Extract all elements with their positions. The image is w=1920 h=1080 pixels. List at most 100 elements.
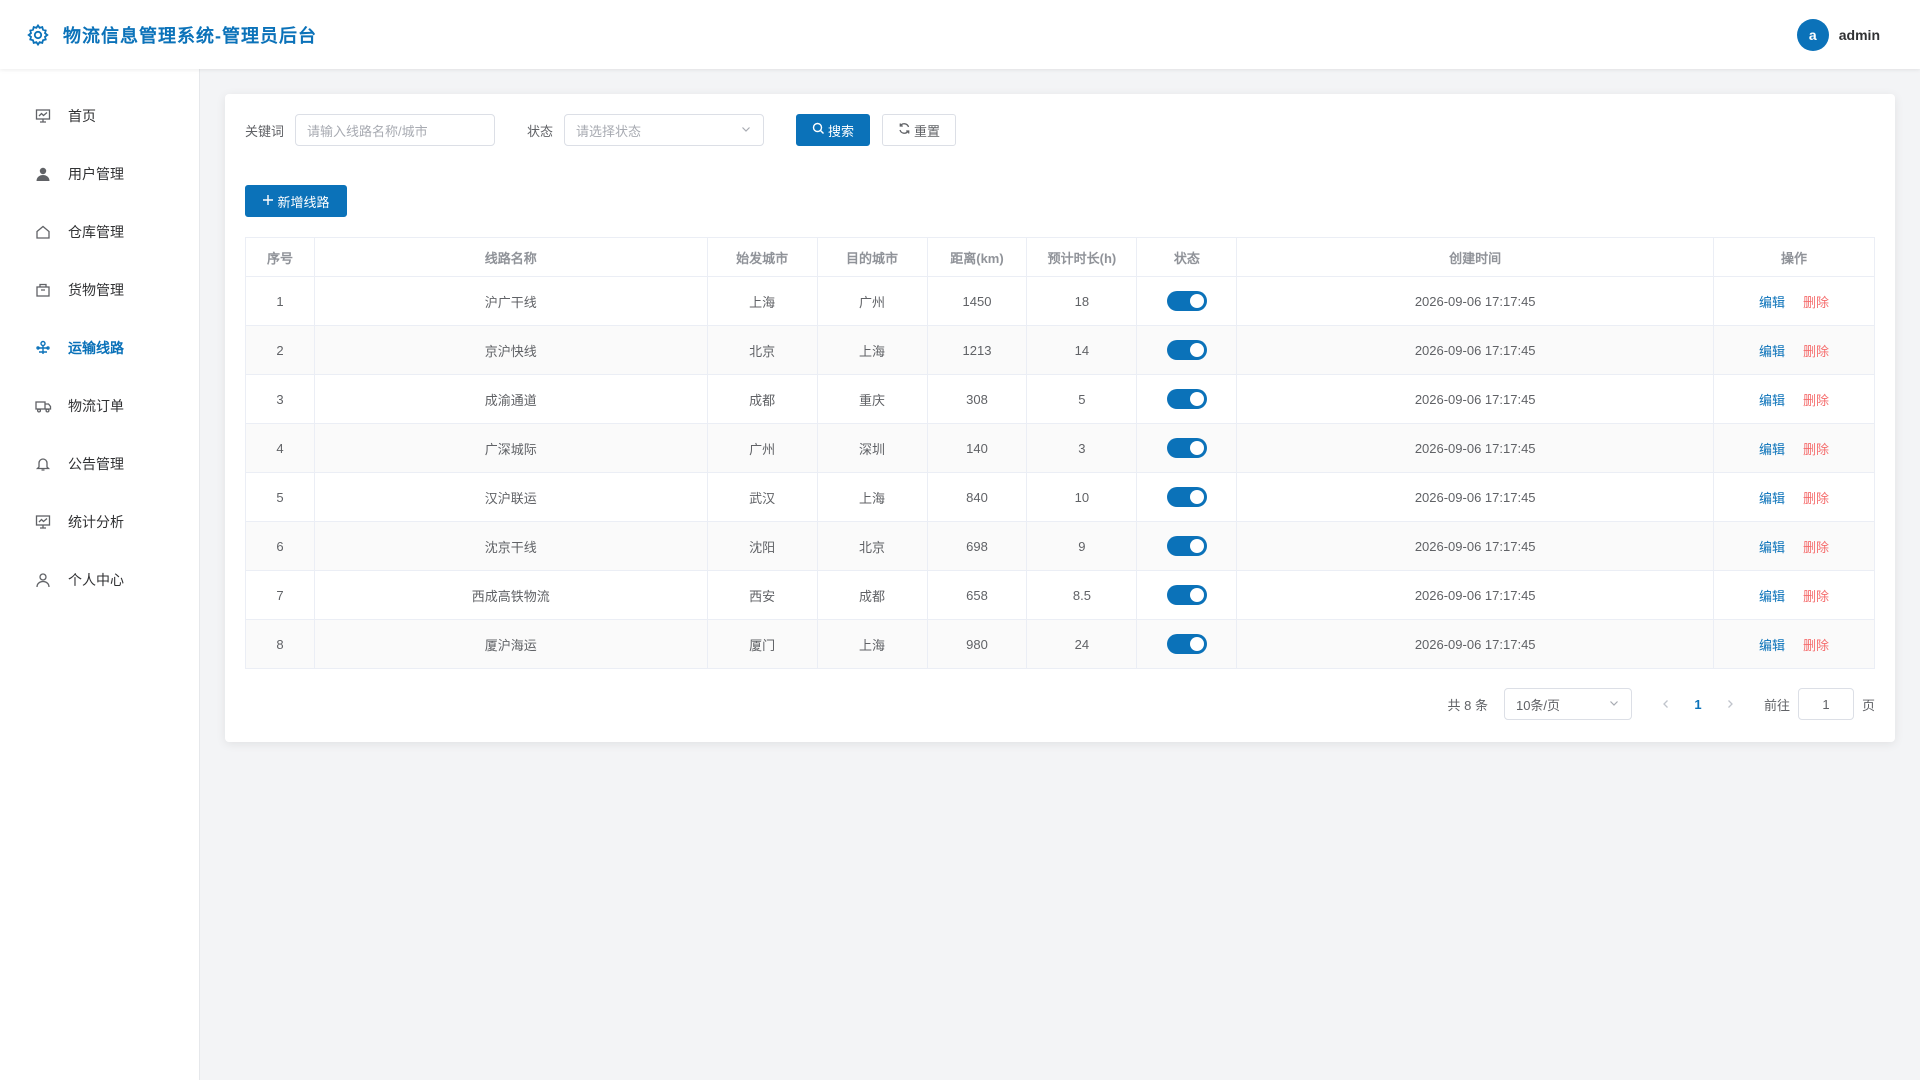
cell-to: 成都: [816, 570, 928, 620]
profile-icon: [34, 571, 52, 589]
cell-hours: 18: [1026, 276, 1138, 326]
edit-button[interactable]: 编辑: [1759, 295, 1785, 310]
table-row: 3 成渝通道 成都 重庆 308 5 2026-09-06 17:17:45 编…: [245, 374, 1875, 424]
delete-button[interactable]: 删除: [1803, 393, 1829, 408]
search-button[interactable]: 搜索: [796, 114, 871, 146]
brand: 物流信息管理系统-管理员后台: [25, 22, 317, 48]
cell-hours: 9: [1026, 521, 1138, 571]
edit-button[interactable]: 编辑: [1759, 344, 1785, 359]
delete-button[interactable]: 删除: [1803, 442, 1829, 457]
delete-button[interactable]: 删除: [1803, 638, 1829, 653]
next-page-button[interactable]: [1714, 688, 1746, 720]
sidebar-item-users[interactable]: 用户管理: [0, 145, 199, 203]
table-header-row: 序号 线路名称 始发城市 目的城市 距离(km) 预计时长(h) 状态 创建时间…: [245, 237, 1875, 277]
sidebar-item-label: 统计分析: [68, 514, 124, 530]
cell-created: 2026-09-06 17:17:45: [1236, 619, 1715, 669]
cell-created: 2026-09-06 17:17:45: [1236, 423, 1715, 473]
delete-button[interactable]: 删除: [1803, 491, 1829, 506]
status-select[interactable]: 请选择状态: [564, 114, 765, 146]
cell-actions: 编辑 删除: [1713, 619, 1875, 669]
edit-button[interactable]: 编辑: [1759, 491, 1785, 506]
cell-name: 广深城际: [313, 423, 708, 473]
delete-button[interactable]: 删除: [1803, 295, 1829, 310]
cell-to: 上海: [816, 619, 928, 669]
reset-button[interactable]: 重置: [882, 114, 957, 146]
sidebar-item-notices[interactable]: 公告管理: [0, 435, 199, 493]
edit-button[interactable]: 编辑: [1759, 442, 1785, 457]
cell-name: 成渝通道: [313, 374, 708, 424]
cell-hours: 3: [1026, 423, 1138, 473]
cell-status: [1136, 619, 1238, 669]
sidebar-item-goods[interactable]: 货物管理: [0, 261, 199, 319]
status-toggle[interactable]: [1166, 438, 1207, 458]
sidebar-item-warehouse[interactable]: 仓库管理: [0, 203, 199, 261]
box-icon: [34, 281, 52, 299]
status-label: 状态: [527, 123, 554, 139]
cell-status: [1136, 570, 1238, 620]
pagination: 共 8 条 10条/页 1 前往 页: [1448, 688, 1875, 720]
column-header[interactable]: 距离(km): [926, 237, 1028, 277]
status-toggle[interactable]: [1166, 634, 1207, 654]
cell-status: [1136, 374, 1238, 424]
status-toggle[interactable]: [1166, 291, 1207, 311]
cell-from: 上海: [706, 276, 818, 326]
status-toggle[interactable]: [1166, 389, 1207, 409]
keyword-input[interactable]: 请输入线路名称/城市: [295, 114, 496, 146]
reset-button-label: 重置: [914, 123, 941, 139]
goto-label: 前往: [1763, 697, 1790, 713]
user-menu[interactable]: a admin: [1796, 18, 1880, 51]
username[interactable]: admin: [1839, 27, 1880, 43]
refresh-icon: [898, 122, 911, 138]
page-size-value: 10条/页: [1515, 697, 1561, 713]
cell-actions: 编辑 删除: [1713, 423, 1875, 473]
cell-hours: 10: [1026, 472, 1138, 522]
cell-created: 2026-09-06 17:17:45: [1236, 325, 1715, 375]
sidebar-item-routes[interactable]: 运输线路: [0, 319, 199, 377]
column-header[interactable]: 线路名称: [313, 237, 708, 277]
cell-status: [1136, 521, 1238, 571]
cell-distance: 840: [926, 472, 1028, 522]
column-header[interactable]: 状态: [1136, 237, 1238, 277]
route-icon: [34, 339, 52, 357]
sidebar-item-stats[interactable]: 统计分析: [0, 493, 199, 551]
search-button-label: 搜索: [828, 123, 855, 139]
cell-distance: 140: [926, 423, 1028, 473]
status-placeholder: 请选择状态: [576, 123, 642, 139]
cell-created: 2026-09-06 17:17:45: [1236, 472, 1715, 522]
sidebar-item-profile[interactable]: 个人中心: [0, 551, 199, 609]
column-header[interactable]: 创建时间: [1236, 237, 1715, 277]
goto-page-input[interactable]: [1797, 688, 1854, 720]
column-header[interactable]: 操作: [1713, 237, 1875, 277]
column-header[interactable]: 序号: [245, 237, 315, 277]
status-toggle[interactable]: [1166, 585, 1207, 605]
edit-button[interactable]: 编辑: [1759, 540, 1785, 555]
sidebar-item-label: 物流订单: [68, 398, 124, 414]
edit-button[interactable]: 编辑: [1759, 393, 1785, 408]
status-toggle[interactable]: [1166, 536, 1207, 556]
page-size-select[interactable]: 10条/页: [1503, 688, 1632, 720]
prev-page-button[interactable]: [1650, 688, 1682, 720]
cell-name: 京沪快线: [313, 325, 708, 375]
avatar[interactable]: a: [1796, 18, 1829, 51]
table-row: 4 广深城际 广州 深圳 140 3 2026-09-06 17:17:45 编…: [245, 423, 1875, 473]
edit-button[interactable]: 编辑: [1759, 638, 1785, 653]
edit-button[interactable]: 编辑: [1759, 589, 1785, 604]
sidebar-item-label: 运输线路: [68, 340, 124, 356]
column-header[interactable]: 预计时长(h): [1026, 237, 1138, 277]
column-header[interactable]: 始发城市: [706, 237, 818, 277]
delete-button[interactable]: 删除: [1803, 344, 1829, 359]
page-number[interactable]: 1: [1682, 688, 1714, 720]
sidebar-item-orders[interactable]: 物流订单: [0, 377, 199, 435]
cell-to: 深圳: [816, 423, 928, 473]
column-header[interactable]: 目的城市: [816, 237, 928, 277]
add-route-button[interactable]: 新增线路: [245, 185, 347, 217]
cell-hours: 5: [1026, 374, 1138, 424]
delete-button[interactable]: 删除: [1803, 540, 1829, 555]
status-toggle[interactable]: [1166, 340, 1207, 360]
delete-button[interactable]: 删除: [1803, 589, 1829, 604]
status-toggle[interactable]: [1166, 487, 1207, 507]
sidebar-item-home[interactable]: 首页: [0, 87, 199, 145]
chevron-left-icon: [1661, 697, 1671, 712]
table-row: 7 西成高铁物流 西安 成都 658 8.5 2026-09-06 17:17:…: [245, 570, 1875, 620]
cell-created: 2026-09-06 17:17:45: [1236, 570, 1715, 620]
